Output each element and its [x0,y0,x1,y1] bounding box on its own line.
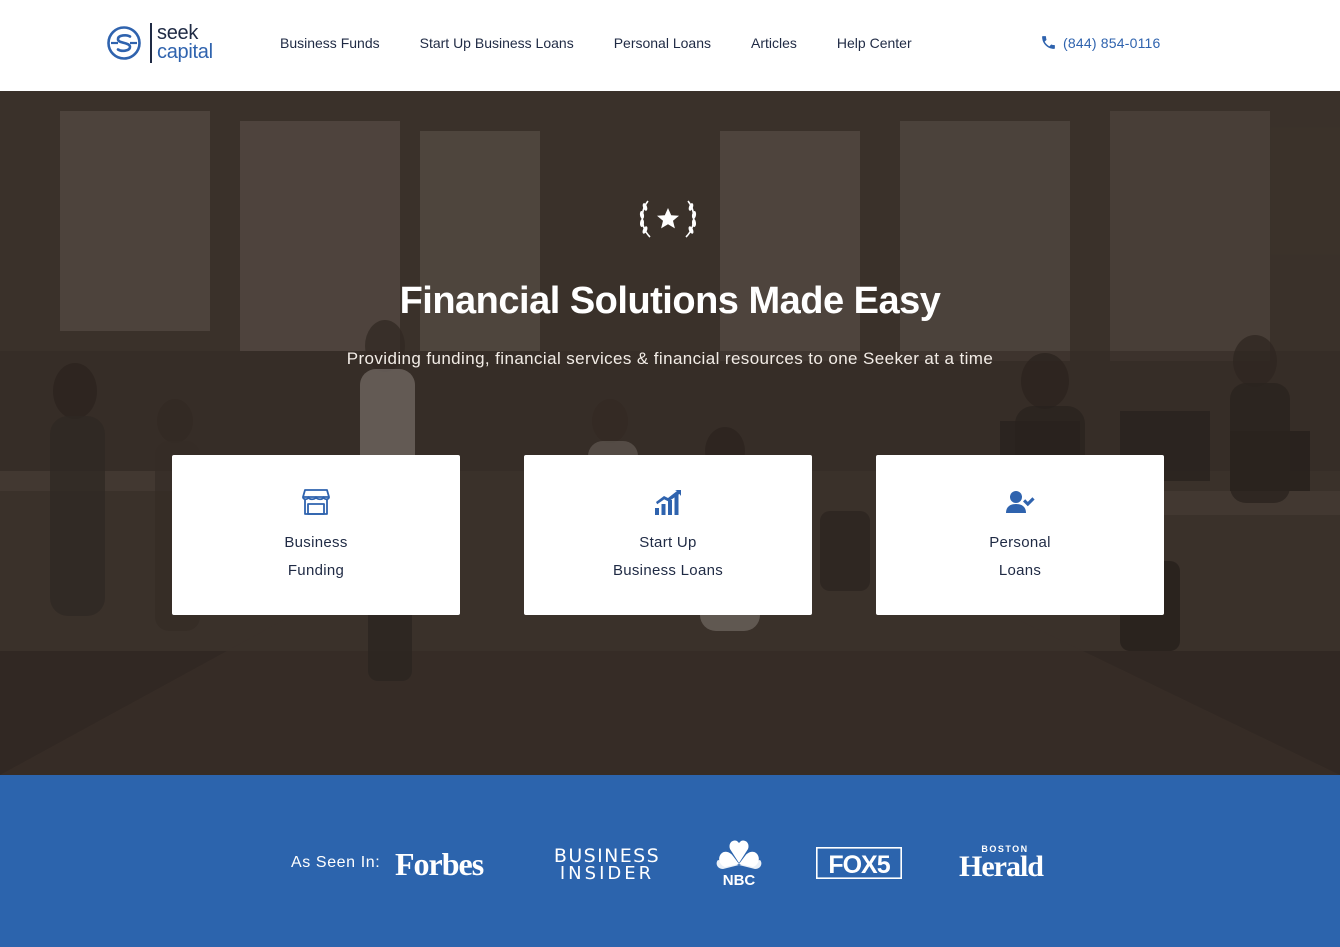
logo-divider [150,23,152,63]
as-seen-in-label: As Seen In: [291,854,381,871]
nav-business-funds[interactable]: Business Funds [280,34,380,52]
as-seen-in-section: As Seen In: Forbes BUSINESS INSIDER NBC … [0,775,1340,947]
fox5-wordmark: FOX5 [828,851,890,879]
user-check-icon [1006,491,1035,513]
hero-title: Financial Solutions Made Easy [399,280,941,322]
storefront-icon [302,489,330,515]
main-nav: Business Funds Start Up Business Loans P… [280,34,912,52]
phone-icon [1042,36,1055,49]
phone-number: (844) 854-0116 [1063,34,1161,51]
phone-link[interactable]: (844) 854-0116 [1040,34,1161,51]
seek-capital-logo[interactable]: seek capital [106,22,213,64]
logo-word-capital: capital [157,41,213,63]
site-header: seek capital Business Funds Start Up Bus… [0,0,1340,91]
hero-section: Financial Solutions Made Easy Providing … [0,91,1340,775]
nav-articles[interactable]: Articles [751,34,797,52]
nav-personal-loans[interactable]: Personal Loans [614,34,711,52]
hero-subtitle: Providing funding, financial services & … [346,349,994,368]
nbc-peacock-logo: NBC [716,840,762,887]
hero-dark-overlay [0,91,1340,775]
nav-start-up-business-loans[interactable]: Start Up Business Loans [420,34,574,52]
laurel-star-icon [639,200,697,238]
fox5-logo: FOX5 [816,847,902,879]
business-insider-logo: BUSINESS INSIDER [553,845,661,884]
business-funding-card[interactable]: Business Funding [172,455,460,615]
card-label: Business Funding [284,534,348,579]
logo-wordmark: seek capital [157,23,213,63]
card-label: Start Up Business Loans [612,534,724,579]
seek-capital-s-mark-icon [107,26,141,60]
personal-loans-card[interactable]: Personal Loans [876,455,1164,615]
bar-chart-growth-icon [655,490,681,515]
nbc-wordmark: NBC [723,872,756,887]
start-up-business-loans-card[interactable]: Start Up Business Loans [524,455,812,615]
forbes-logo: Forbes [395,846,484,882]
nav-help-center[interactable]: Help Center [837,34,912,52]
card-label: Personal Loans [989,534,1051,579]
boston-herald-logo: BOSTON Herald [959,844,1044,883]
